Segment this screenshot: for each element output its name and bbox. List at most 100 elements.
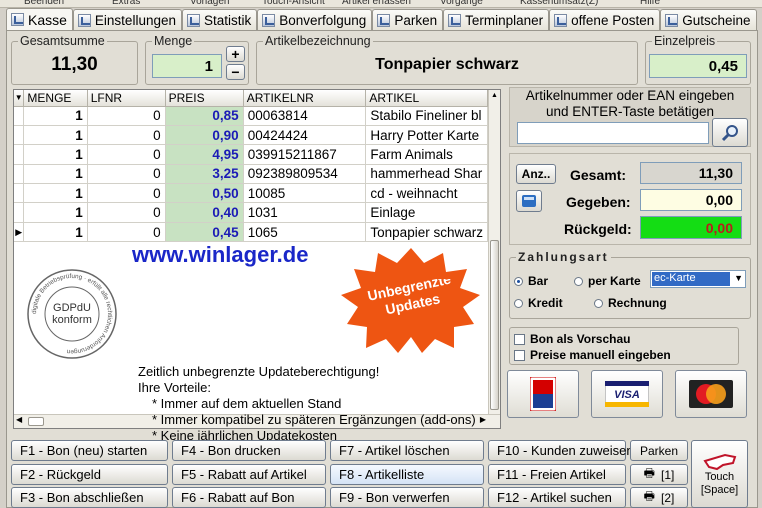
toolbar-item-kassenumsatz[interactable]: Kassenumsatz(Z): [520, 0, 598, 7]
ec-logo-icon: [530, 377, 556, 411]
mastercard-logo-icon: [689, 380, 733, 408]
scan-instruction: Artikelnummer oder EAN eingeben und ENTE…: [525, 88, 735, 119]
col-artikel[interactable]: ARTIKEL: [365, 90, 488, 107]
tab-terminplaner[interactable]: Terminplaner: [443, 9, 550, 30]
print-2-button[interactable]: 🖶 [2]: [630, 487, 688, 508]
toolbar-item-beenden[interactable]: Beenden: [24, 0, 64, 7]
toolbar-item-vorgaenge[interactable]: Vorgänge: [440, 0, 483, 7]
calculator-icon: [522, 195, 536, 207]
tab-bonverfolgung[interactable]: Bonverfolgung: [257, 9, 373, 30]
manual-prices-checkbox[interactable]: Preise manuell eingeben: [514, 348, 671, 362]
gegeben-label: Gegeben:: [566, 194, 631, 210]
unit-price-value: 0,45: [649, 54, 747, 78]
toolbar-item-extras[interactable]: Extras: [112, 0, 140, 7]
hscroll-thumb[interactable]: [28, 417, 44, 426]
f11-free-article-button[interactable]: F11 - Freien Artikel: [488, 464, 626, 485]
visa-card-button[interactable]: VISA: [591, 370, 663, 418]
unlimited-updates-badge: Unbegrenzte Updates: [341, 248, 480, 353]
payment-bar[interactable]: Bar: [514, 274, 548, 288]
qty-minus-button[interactable]: −: [226, 64, 245, 80]
table-row[interactable]: 1 0 3,25 092389809534 hammerhead Shar: [14, 164, 488, 185]
table-row[interactable]: 1 0 0,50 10085 cd - weihnacht: [14, 183, 488, 204]
kasse-panel: Gesamtsumme 11,30 Menge 1 + − Artikelbez…: [6, 30, 758, 508]
toolbar-item-vorlagen[interactable]: Vorlagen: [190, 0, 229, 7]
f10-assign-customer-button[interactable]: F10 - Kunden zuweisen: [488, 440, 634, 461]
payment-kredit[interactable]: Kredit: [514, 296, 563, 310]
search-icon: [721, 124, 738, 141]
col-preis[interactable]: PREIS: [165, 90, 244, 107]
f1-new-receipt-button[interactable]: F1 - Bon (neu) starten: [11, 440, 168, 461]
qty-plus-button[interactable]: +: [226, 46, 245, 62]
table-row[interactable]: 1 0 0,85 00063814 Stabilo Fineliner bl: [14, 106, 488, 126]
f9-discard-receipt-button[interactable]: F9 - Bon verwerfen: [330, 487, 484, 508]
gdpdu-seal: digitale Betriebsprüfung · erfüllt alle …: [27, 269, 117, 359]
article-name: Tonpapier schwarz: [375, 56, 519, 73]
qty-field[interactable]: 1: [152, 54, 222, 78]
f3-close-receipt-button[interactable]: F3 - Bon abschließen: [11, 487, 168, 508]
toolbar-item-hilfe[interactable]: Hilfe: [640, 0, 660, 7]
payment-rechnung[interactable]: Rechnung: [594, 296, 667, 310]
col-menge[interactable]: MENGE: [23, 90, 88, 107]
toolbar-item-artikel[interactable]: Artikel erfassen: [342, 0, 411, 7]
scroll-up-icon[interactable]: ▲: [489, 90, 500, 102]
radio-karte-icon: [574, 277, 583, 287]
open-items-icon: [554, 13, 568, 27]
chevron-down-icon: ▼: [734, 273, 743, 283]
touch-button[interactable]: Touch [Space]: [691, 440, 748, 508]
receipt-preview-checkbox[interactable]: Bon als Vorschau: [514, 332, 630, 346]
unit-price-group: Einzelpreis 0,45: [645, 34, 751, 85]
tab-offene-posten[interactable]: offene Posten: [549, 9, 661, 30]
printer-icon: 🖶: [643, 466, 655, 480]
anz-button[interactable]: Anz..: [516, 164, 556, 184]
toolbar-item-touch[interactable]: Touch-Ansicht: [262, 0, 325, 7]
calculator-button[interactable]: [516, 190, 542, 212]
payment-karte[interactable]: per Karte: [574, 274, 641, 288]
mastercard-button[interactable]: [675, 370, 747, 418]
rueckgeld-value: 0,00: [640, 216, 742, 239]
search-button[interactable]: [712, 118, 748, 147]
card-type-select[interactable]: ec-Karte ▼: [650, 270, 746, 288]
ec-card-button[interactable]: [507, 370, 579, 418]
tab-statistik[interactable]: Statistik: [181, 9, 258, 30]
f12-search-article-button[interactable]: F12 - Artikel suchen: [488, 487, 626, 508]
receipt-tracking-icon: [262, 13, 276, 27]
gegeben-field[interactable]: 0,00: [640, 189, 742, 211]
table-row[interactable]: ▶ 1 0 0,45 1065 Tonpapier schwarz: [14, 222, 488, 243]
f4-print-receipt-button[interactable]: F4 - Bon drucken: [172, 440, 326, 461]
promo-text: Zeitlich unbegrenzte Updateberechtigung!…: [138, 364, 476, 443]
radio-kredit-icon: [514, 299, 523, 309]
f5-article-discount-button[interactable]: F5 - Rabatt auf Artikel: [172, 464, 326, 485]
kasse-icon: [11, 13, 24, 26]
table-row[interactable]: 1 0 0,40 1031 Einlage: [14, 202, 488, 223]
options-group: Bon als Vorschau Preise manuell eingeben: [509, 327, 739, 365]
tab-einstellungen[interactable]: Einstellungen: [72, 9, 182, 30]
printer-icon: 🖶: [643, 489, 655, 503]
f8-article-list-button[interactable]: F8 - Artikelliste: [330, 464, 484, 485]
f7-delete-article-button[interactable]: F7 - Artikel löschen: [330, 440, 484, 461]
col-artikelnr[interactable]: ARTIKELNR: [243, 90, 367, 107]
f6-receipt-discount-button[interactable]: F6 - Rabatt auf Bon: [172, 487, 326, 508]
table-row[interactable]: 1 0 0,90 00424424 Harry Potter Karte: [14, 125, 488, 146]
seal-center-text: GDPdU konform: [52, 302, 92, 326]
tab-gutscheine[interactable]: Gutscheine: [660, 9, 757, 30]
radio-rechnung-icon: [594, 299, 603, 309]
tab-kasse[interactable]: Kasse: [6, 8, 73, 30]
park-button[interactable]: Parken: [630, 440, 688, 461]
svg-text:VISA: VISA: [614, 389, 640, 401]
table-row[interactable]: 1 0 4,95 039915211867 Farm Animals: [14, 144, 488, 165]
f2-change-button[interactable]: F2 - Rückgeld: [11, 464, 168, 485]
calendar-icon: [448, 13, 462, 27]
top-toolbar: Beenden Extras Vorlagen Touch-Ansicht Ar…: [0, 0, 762, 8]
grid-header: ▼ MENGE LFNR PREIS ARTIKELNR ARTIKEL: [14, 90, 488, 107]
grid-menu-icon[interactable]: ▼: [14, 90, 25, 107]
tab-parken[interactable]: Parken: [372, 9, 444, 30]
print-1-button[interactable]: 🖶 [1]: [630, 464, 688, 485]
sum-group: Gesamtsumme 11,30: [11, 34, 138, 85]
col-lfnr[interactable]: LFNR: [87, 90, 166, 107]
ean-input[interactable]: [517, 122, 709, 144]
scroll-left-icon[interactable]: ◀: [16, 415, 22, 424]
promo-url[interactable]: www.winlager.de: [132, 242, 308, 268]
settings-icon: [77, 13, 91, 27]
statistics-icon: [186, 13, 200, 27]
payment-group: Zahlungsart Bar per Karte ec-Karte ▼ Kre…: [509, 250, 751, 319]
